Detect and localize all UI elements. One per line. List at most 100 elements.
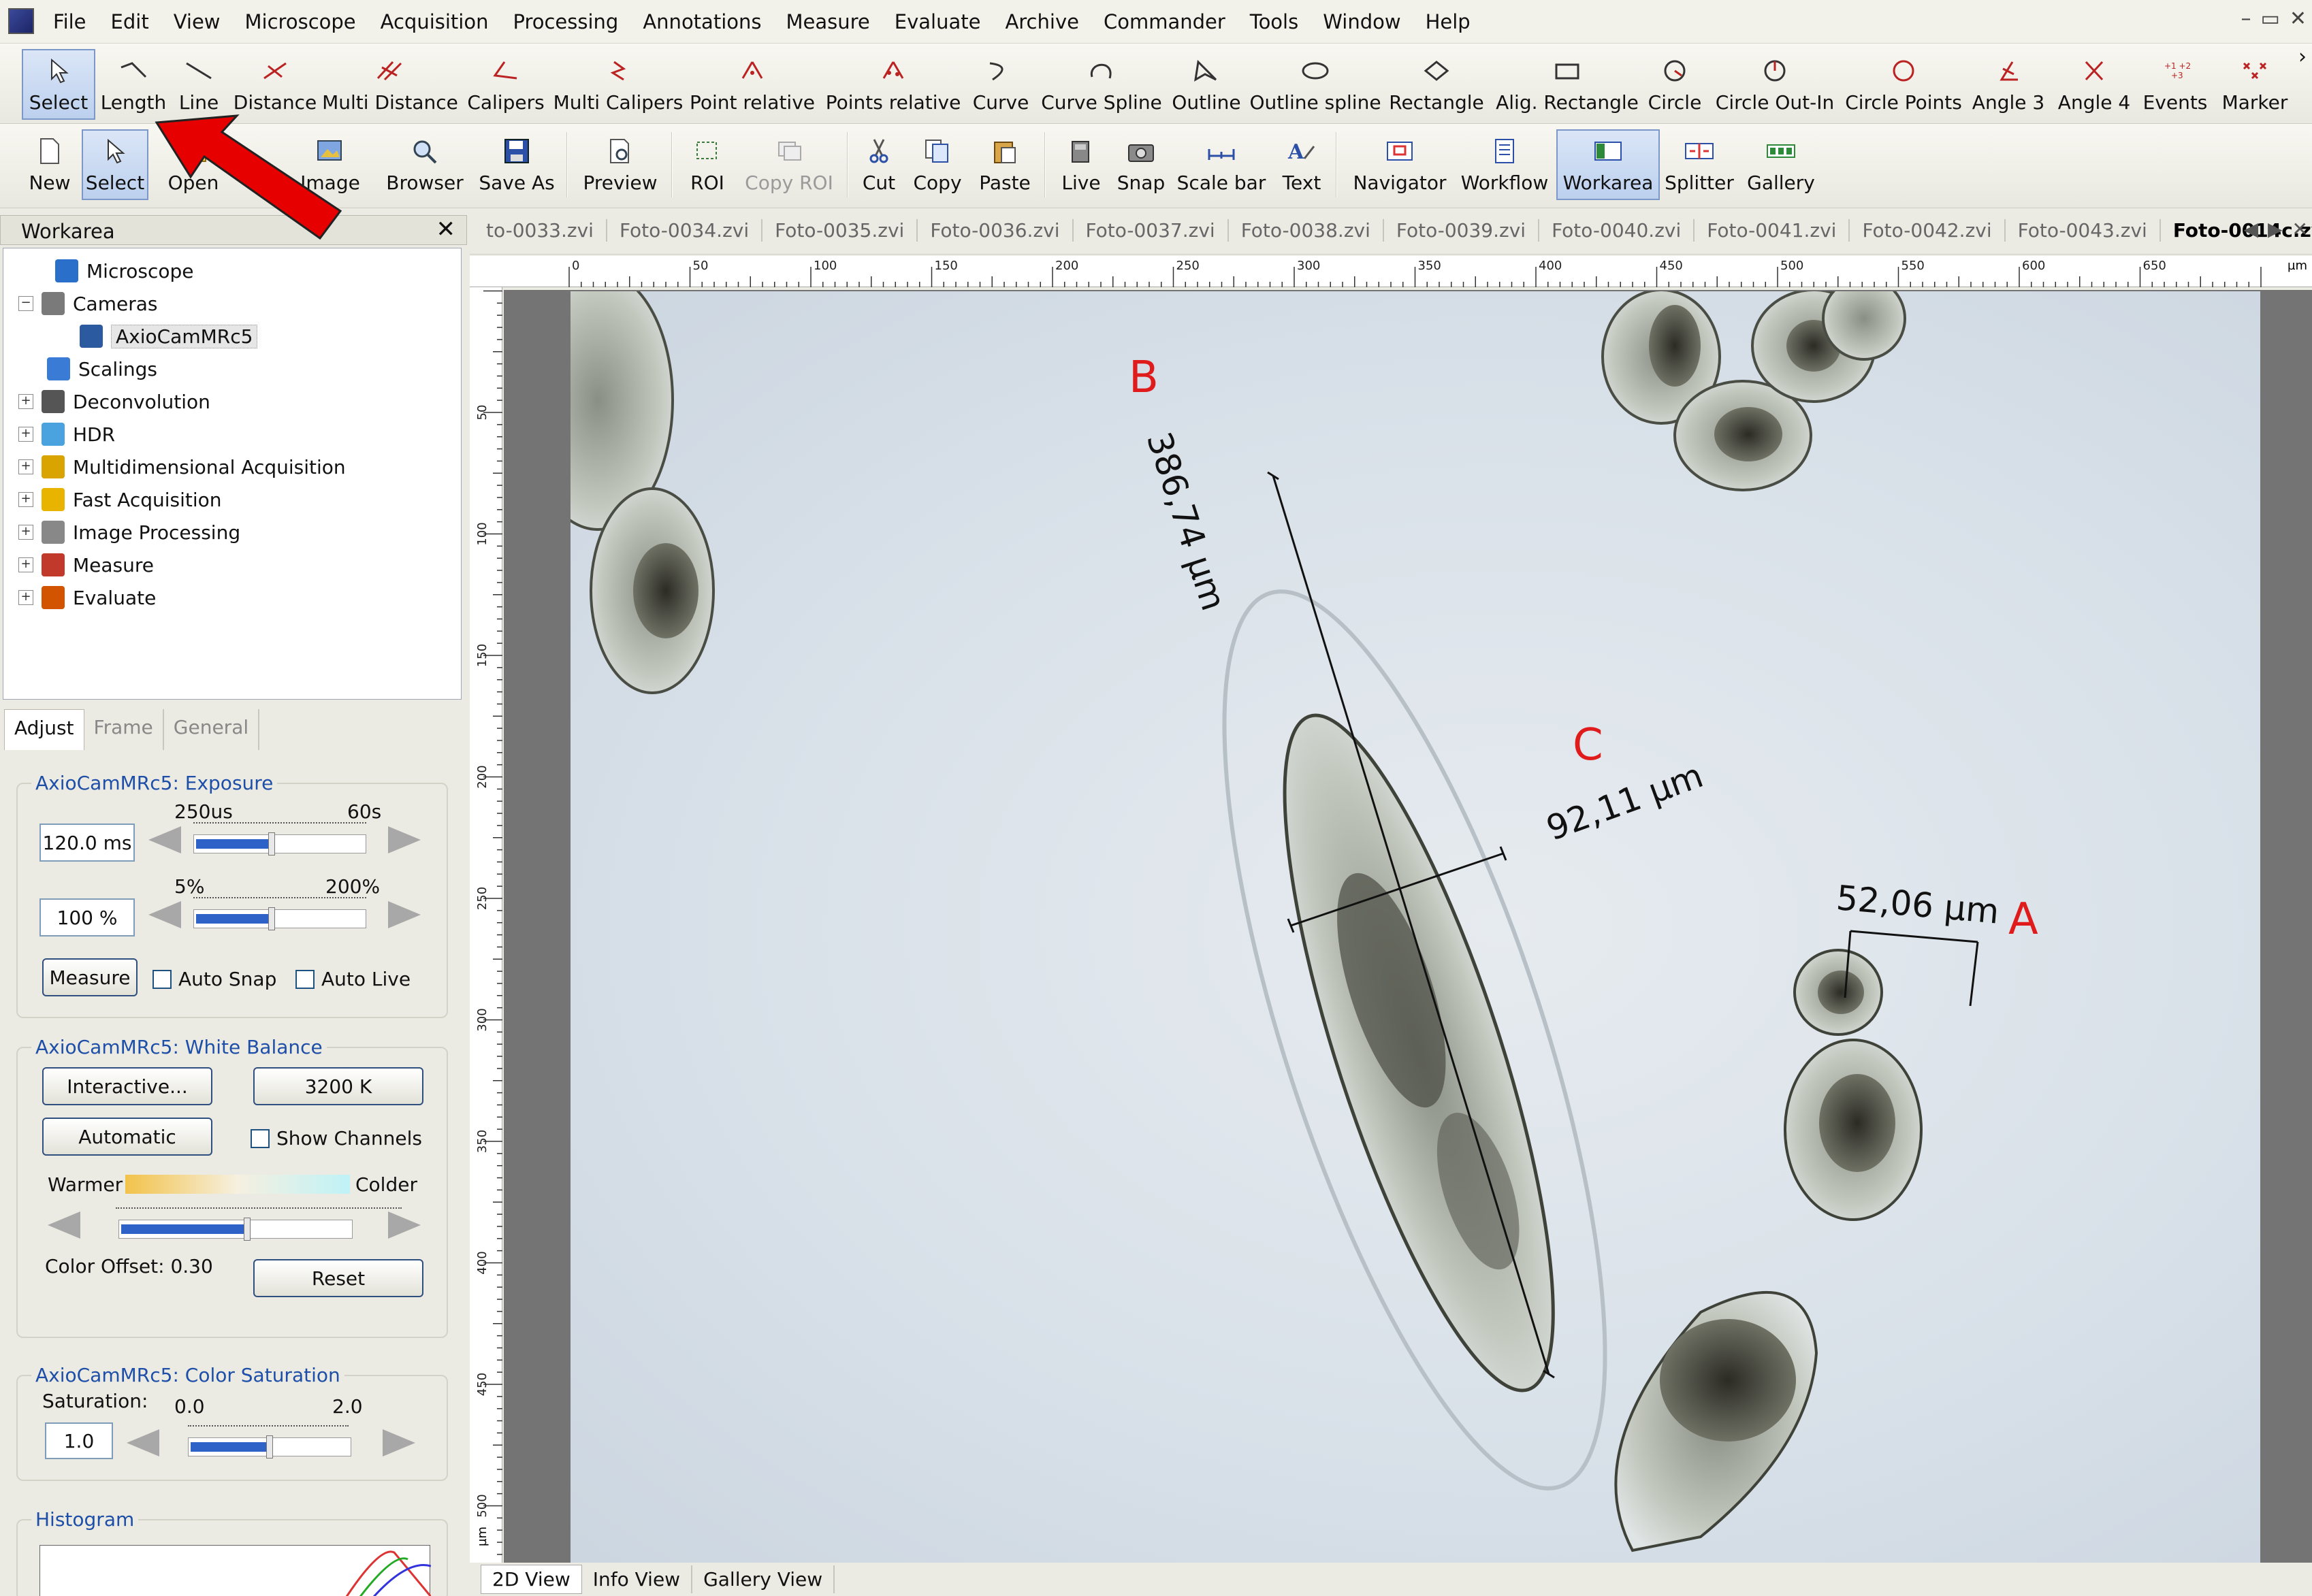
- save-as-button[interactable]: Save As: [474, 129, 560, 200]
- scroll-left-icon[interactable]: ◀: [2243, 218, 2258, 240]
- auto-live-checkbox[interactable]: Auto Live: [295, 968, 411, 990]
- expand-icon[interactable]: +: [18, 590, 33, 605]
- saturation-slider[interactable]: [127, 1421, 415, 1462]
- auto-snap-checkbox[interactable]: Auto Snap: [152, 968, 276, 990]
- close-window-button[interactable]: ✕: [2290, 7, 2307, 31]
- snap-button[interactable]: Snap: [1112, 129, 1170, 200]
- tab-foto-0038[interactable]: Foto-0038.zvi: [1229, 219, 1384, 242]
- circle-out-in-tool[interactable]: Circle Out-In: [1709, 49, 1841, 120]
- tree-item-fast-acquisition[interactable]: + Fast Acquisition: [18, 484, 222, 515]
- decrease-arrow-icon[interactable]: [127, 1429, 159, 1456]
- text-button[interactable]: A Text: [1273, 129, 1330, 200]
- tree-item-multidimensional-acquisition[interactable]: + Multidimensional Acquisition: [18, 451, 346, 483]
- menu-acquisition[interactable]: Acquisition: [368, 10, 501, 33]
- label-b[interactable]: B: [1129, 353, 1159, 403]
- new-button[interactable]: New: [20, 129, 79, 200]
- saturation-field[interactable]: 1.0: [45, 1422, 113, 1459]
- navigator-button[interactable]: Navigator: [1345, 129, 1454, 200]
- scroll-right-icon[interactable]: ▶: [2268, 218, 2283, 240]
- show-channels-checkbox[interactable]: Show Channels: [251, 1127, 422, 1150]
- rectangle-tool[interactable]: Rectangle: [1386, 49, 1487, 120]
- measure-button[interactable]: Measure: [42, 958, 138, 996]
- angle-4-tool[interactable]: Angle 4: [2055, 49, 2134, 120]
- curve-tool[interactable]: Curve: [967, 49, 1035, 120]
- workarea-button[interactable]: Workarea: [1556, 129, 1660, 200]
- expand-icon[interactable]: +: [18, 525, 33, 540]
- tab-foto-0034[interactable]: Foto-0034.zvi: [607, 219, 763, 242]
- image-viewport[interactable]: B 386,74 µm C 92,11 µm 52,06 µm A: [504, 290, 2312, 1563]
- tab-frame[interactable]: Frame: [84, 709, 164, 750]
- tab-foto-0037[interactable]: Foto-0037.zvi: [1074, 219, 1229, 242]
- menu-microscope[interactable]: Microscope: [233, 10, 368, 33]
- exposure-time-field[interactable]: 120.0 ms: [39, 824, 135, 862]
- menu-file[interactable]: File: [41, 10, 99, 33]
- gallery-button[interactable]: Gallery: [1741, 129, 1820, 200]
- close-document-icon[interactable]: ✕: [2292, 218, 2308, 240]
- expand-icon[interactable]: +: [18, 427, 33, 442]
- tab-foto-0041[interactable]: Foto-0041.zvi: [1695, 219, 1850, 242]
- tab-foto-0036[interactable]: Foto-0036.zvi: [918, 219, 1074, 242]
- outline-spline-tool[interactable]: Outline spline: [1249, 49, 1381, 120]
- select-button[interactable]: Select: [82, 129, 148, 200]
- white-balance-slider[interactable]: [48, 1203, 421, 1244]
- close-icon[interactable]: ✕: [436, 216, 456, 243]
- increase-arrow-icon[interactable]: [383, 1429, 415, 1456]
- interactive-button[interactable]: Interactive...: [42, 1067, 212, 1105]
- angle-3-tool[interactable]: Angle 3: [1968, 49, 2049, 120]
- marker-tool[interactable]: Marker: [2218, 49, 2292, 120]
- tab-general[interactable]: General: [164, 709, 260, 750]
- tree-item-hdr[interactable]: + HDR: [18, 419, 115, 450]
- menu-archive[interactable]: Archive: [993, 10, 1091, 33]
- collapse-icon[interactable]: −: [18, 296, 33, 311]
- reset-button[interactable]: Reset: [253, 1259, 423, 1297]
- paste-button[interactable]: Paste: [972, 129, 1038, 200]
- tab-foto-0040[interactable]: Foto-0040.zvi: [1539, 219, 1695, 242]
- tree-item-scalings[interactable]: Scalings: [47, 353, 157, 385]
- tab-adjust[interactable]: Adjust: [4, 709, 84, 750]
- app-icon[interactable]: [8, 8, 34, 34]
- measure-select-tool[interactable]: Select: [22, 49, 95, 120]
- tree-item-microscope[interactable]: Microscope: [24, 255, 193, 287]
- cut-button[interactable]: Cut: [855, 129, 903, 200]
- workflow-button[interactable]: Workflow: [1458, 129, 1551, 200]
- label-a[interactable]: A: [2008, 894, 2038, 945]
- tree-item-axiocammrc5[interactable]: AxioCamMRc5: [80, 321, 258, 352]
- tree-item-measure[interactable]: + Measure: [18, 549, 154, 581]
- expand-icon[interactable]: +: [18, 459, 33, 474]
- roi-button[interactable]: ROI: [679, 129, 735, 200]
- circle-tool[interactable]: Circle: [1646, 49, 1703, 120]
- decrease-arrow-icon[interactable]: [148, 826, 181, 853]
- calipers-tool[interactable]: Calipers: [464, 49, 547, 120]
- temperature-button[interactable]: 3200 K: [253, 1067, 423, 1105]
- toolbar-overflow-chevron-icon[interactable]: ›: [2298, 45, 2307, 69]
- expand-icon[interactable]: +: [18, 394, 33, 409]
- gain-field[interactable]: 100 %: [39, 898, 135, 937]
- increase-arrow-icon[interactable]: [388, 1211, 421, 1239]
- menu-help[interactable]: Help: [1413, 10, 1483, 33]
- menu-view[interactable]: View: [161, 10, 233, 33]
- copy-button[interactable]: Copy: [908, 129, 967, 200]
- menu-processing[interactable]: Processing: [500, 10, 630, 33]
- tab-foto-0033[interactable]: to-0033.zvi: [474, 219, 607, 242]
- increase-arrow-icon[interactable]: [388, 901, 421, 928]
- points-relative-tool[interactable]: Points relative: [825, 49, 961, 120]
- copy-roi-button[interactable]: Copy ROI: [739, 129, 839, 200]
- tab-foto-0039[interactable]: Foto-0039.zvi: [1384, 219, 1540, 242]
- expand-icon[interactable]: +: [18, 492, 33, 507]
- point-relative-tool[interactable]: Point relative: [688, 49, 817, 120]
- menu-window[interactable]: Window: [1311, 10, 1413, 33]
- scale-bar-button[interactable]: Scale bar: [1175, 129, 1268, 200]
- gain-slider[interactable]: [148, 893, 421, 934]
- multi-calipers-tool[interactable]: Multi Calipers: [553, 49, 683, 120]
- tab-foto-0042[interactable]: Foto-0042.zvi: [1850, 219, 2006, 242]
- outline-tool[interactable]: Outline: [1168, 49, 1245, 120]
- tab-gallery-view[interactable]: Gallery View: [692, 1565, 835, 1593]
- restore-button[interactable]: ▭: [2261, 7, 2280, 31]
- menu-annotations[interactable]: Annotations: [630, 10, 773, 33]
- live-button[interactable]: Live: [1053, 129, 1110, 200]
- microscope-image[interactable]: B 386,74 µm C 92,11 µm 52,06 µm A: [571, 291, 2260, 1563]
- tree-item-image-processing[interactable]: + Image Processing: [18, 517, 240, 548]
- tab-foto-0043[interactable]: Foto-0043.zvi: [2006, 219, 2161, 242]
- browser-button[interactable]: Browser: [381, 129, 468, 200]
- events-tool[interactable]: +1 +2 +3 Events: [2138, 49, 2213, 120]
